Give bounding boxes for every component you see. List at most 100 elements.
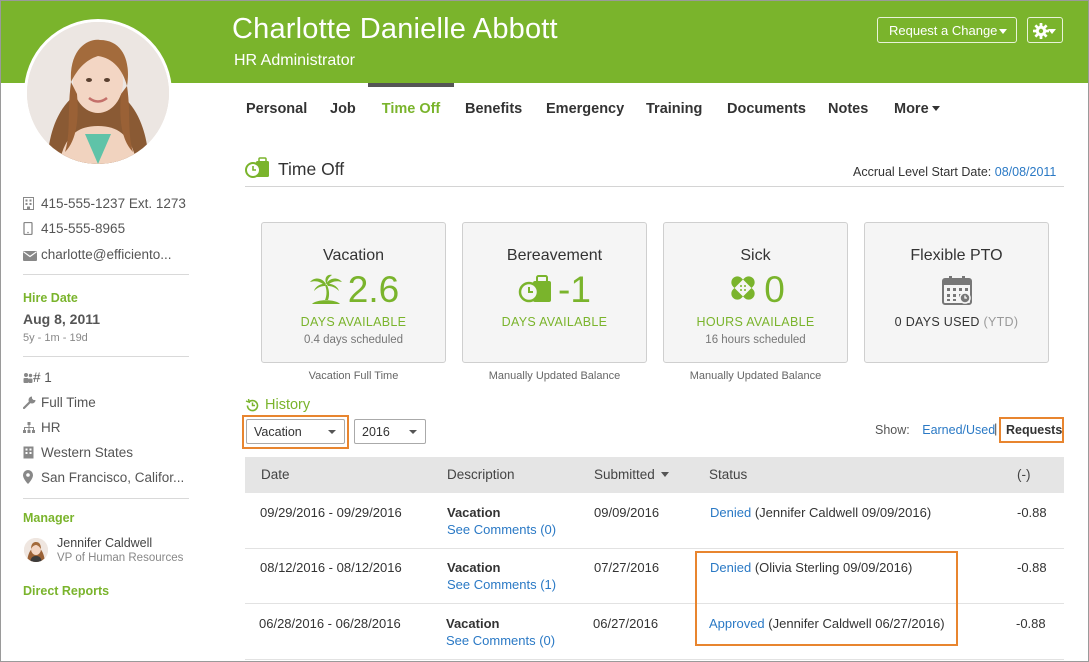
org-chart-icon [23,422,37,437]
settings-button[interactable] [1027,17,1063,43]
direct-reports-label[interactable]: Direct Reports [23,584,109,598]
card-unit-text: 0 DAYS USED [894,315,980,329]
tab-personal[interactable]: Personal [246,83,307,133]
column-header-amount[interactable]: (-) [1017,467,1031,482]
row-status: Denied (Jennifer Caldwell 09/09/2016) [710,505,931,520]
history-clock-icon [245,398,259,412]
division: Western States [41,445,134,460]
divider [23,274,189,275]
row-submitted: 07/27/2016 [594,560,660,575]
employment-status-row: Full Time [22,395,96,413]
card-title: Bereavement [506,247,603,264]
divider [23,498,189,499]
wrench-icon [22,396,37,412]
department-row: HR [23,420,61,438]
column-header-submitted-label: Submitted [594,467,655,482]
requests-toggle[interactable]: Requests [1006,423,1062,437]
row-amount: -0.88 [1017,560,1047,575]
balance-card-bereavement[interactable]: Bereavement -1 DAYS AVAILABLE [462,222,647,363]
chevron-down-icon [931,106,940,111]
tab-emergency[interactable]: Emergency [546,83,624,133]
column-header-submitted[interactable]: Submitted [594,467,669,482]
card-scheduled: 16 hours scheduled [705,334,806,346]
building-icon [23,197,37,213]
tab-job[interactable]: Job [330,83,356,133]
manager-title: VP of Human Resources [57,552,184,564]
suitcase-clock-icon [518,275,552,303]
work-phone-row: 415-555-1237 Ext. 1273 [23,196,186,214]
accrual-date-link[interactable]: 08/08/2011 [995,165,1057,179]
calendar-icon [942,276,972,305]
division-row: Western States [23,445,133,463]
column-header-status[interactable]: Status [709,467,747,482]
row-type: Vacation [447,505,501,520]
card-title: Sick [740,247,771,264]
card-unit: DAYS AVAILABLE [501,315,608,329]
card-unit-suffix: (YTD) [983,315,1019,329]
tab-more[interactable]: More [894,83,940,133]
work-phone[interactable]: 415-555-1237 Ext. 1273 [41,196,186,211]
row-amount: -0.88 [1017,505,1047,520]
mobile-phone-icon [23,221,37,238]
accrual-start-date: Accrual Level Start Date: 08/08/2011 [853,165,1056,179]
row-comments: See Comments (0) [447,522,556,537]
status-link[interactable]: Denied [710,505,751,520]
tab-more-label: More [894,101,929,117]
palm-tree-icon [309,274,342,304]
balance-card-flexible-pto[interactable]: Flexible PTO 0 DAYS USED (YTD) [864,222,1049,363]
card-unit: DAYS AVAILABLE [300,315,407,329]
year-select[interactable]: 2016 [354,419,426,444]
card-unit: 0 DAYS USED (YTD) [865,315,1048,329]
chevron-down-icon [409,430,417,434]
earned-used-link[interactable]: Earned/Used [922,423,995,437]
card-unit: HOURS AVAILABLE [696,315,815,329]
row-type: Vacation [447,560,501,575]
hire-date: Aug 8, 2011 [23,311,101,327]
show-label: Show: [875,423,910,437]
mobile-phone[interactable]: 415-555-8965 [41,221,125,236]
employee-photo [24,19,172,167]
see-comments-link[interactable]: See Comments (0) [447,522,556,537]
time-off-type-value: Vacation [254,425,302,439]
card-title: Flexible PTO [910,247,1003,264]
employee-number-row: # 1 [23,370,52,388]
card-scheduled: 0.4 days scheduled [303,334,404,346]
mobile-phone-row: 415-555-8965 [23,221,125,239]
chevron-down-icon [1048,29,1056,34]
location-row: San Francisco, Califor... [23,470,184,488]
tab-training[interactable]: Training [646,83,702,133]
column-header-date[interactable]: Date [261,467,290,482]
request-change-button[interactable]: Request a Change [877,17,1017,43]
manager-avatar[interactable] [24,538,48,562]
section-title: Time Off [278,159,345,179]
chevron-down-icon [999,29,1007,34]
year-value: 2016 [362,425,390,439]
row-submitted: 06/27/2016 [593,616,659,631]
row-date: 09/29/2016 - 09/29/2016 [260,505,402,520]
tab-notes[interactable]: Notes [828,83,868,133]
row-comments: See Comments (1) [447,577,556,592]
see-comments-link[interactable]: See Comments (0) [446,633,555,648]
map-pin-icon [23,470,37,487]
see-comments-link[interactable]: See Comments (1) [447,577,556,592]
divider [245,186,1064,187]
card-value: 2.6 [347,269,400,310]
people-icon [23,372,33,387]
time-off-type-select[interactable]: Vacation [246,419,345,444]
tab-benefits[interactable]: Benefits [465,83,522,133]
balance-card-sick[interactable]: Sick 0 HOURS AVAILABLE 16 hours schedule… [663,222,848,363]
chevron-down-icon [328,430,336,434]
tab-time-off[interactable]: Time Off [368,83,454,133]
department: HR [41,420,61,435]
bandage-icon [731,276,755,300]
tab-documents[interactable]: Documents [727,83,806,133]
envelope-icon [23,249,37,264]
column-header-description[interactable]: Description [447,467,515,482]
card-caption: Vacation Full Time [308,370,399,382]
card-caption: Manually Updated Balance [488,370,621,382]
email[interactable]: charlotte@efficiento... [41,247,172,262]
card-balance: -1 [463,269,646,311]
card-value: 0 [764,269,785,310]
manager-name[interactable]: Jennifer Caldwell [57,536,152,550]
balance-card-vacation[interactable]: Vacation 2.6 DAYS AVAILABLE 0.4 days sch… [261,222,446,363]
